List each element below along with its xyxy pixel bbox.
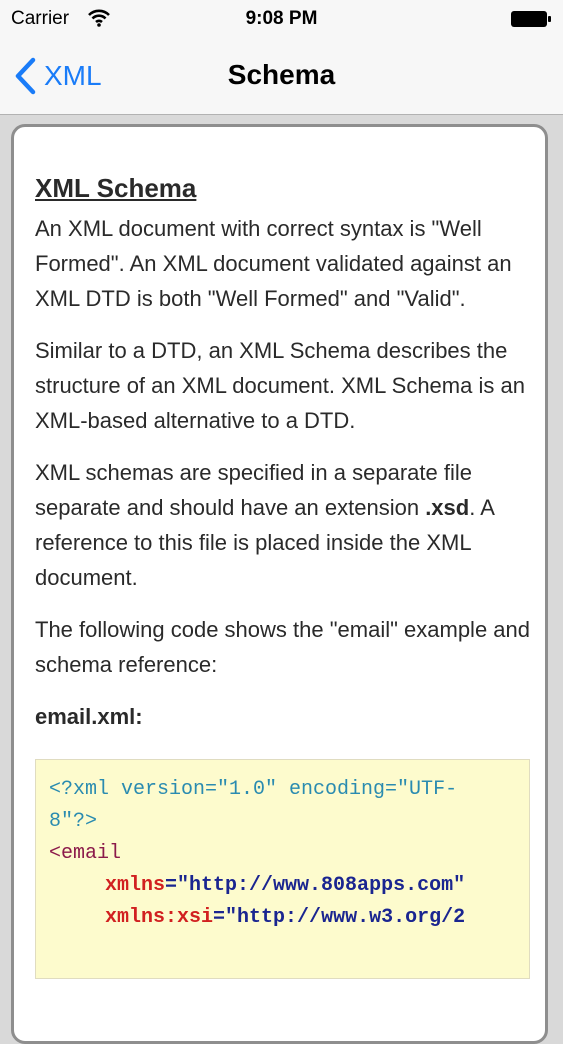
- content-card: XML Schema An XML document with correct …: [11, 124, 548, 1044]
- navigation-bar: XML Schema: [0, 38, 563, 115]
- xsd-extension: .xsd: [425, 495, 470, 520]
- code-line: xmlns:xsi="http://www.w3.org/2: [105, 906, 466, 929]
- code-line: <email: [49, 842, 122, 865]
- battery-icon: [511, 11, 551, 27]
- paragraph-4: The following code shows the "email" exa…: [35, 617, 530, 677]
- code-line: <?xml version="1.0" encoding="UTF-: [49, 778, 458, 801]
- paragraph-1: An XML document with correct syntax is "…: [35, 216, 512, 311]
- code-attr-name: xmlns: [105, 874, 166, 897]
- article-heading: XML Schema: [35, 173, 197, 203]
- paragraph-2: Similar to a DTD, an XML Schema describe…: [35, 338, 525, 433]
- code-block: <?xml version="1.0" encoding="UTF- 8"?> …: [35, 759, 530, 979]
- status-bar: Carrier 9:08 PM: [0, 0, 563, 38]
- code-line: 8"?>: [49, 810, 98, 833]
- paragraph-3: XML schemas are specified in a separate …: [35, 455, 535, 595]
- article-content: XML Schema An XML document with correct …: [35, 171, 535, 979]
- code-attr-name: xmlns:xsi: [105, 906, 214, 929]
- code-attr-value: "http://www.w3.org/2: [225, 906, 466, 929]
- status-time: 9:08 PM: [245, 8, 318, 29]
- paragraph-3-start: XML schemas are specified in a separate …: [35, 460, 472, 520]
- page-title: Schema: [227, 59, 336, 90]
- code-attr-value: "http://www.808apps.com": [177, 874, 466, 897]
- code-line: xmlns="http://www.808apps.com": [105, 874, 466, 897]
- code-filename: email.xml:: [35, 704, 143, 729]
